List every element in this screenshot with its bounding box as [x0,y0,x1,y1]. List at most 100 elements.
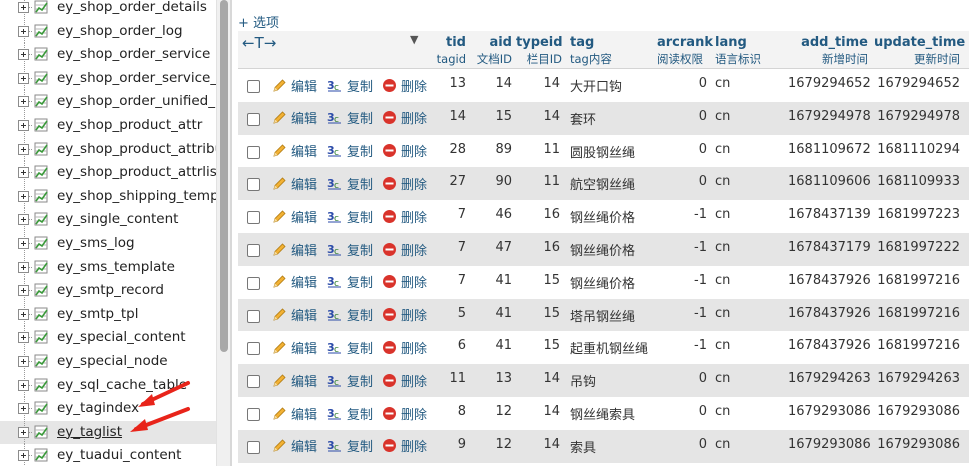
row-checkbox[interactable] [247,440,260,454]
cell-aid[interactable]: 12 [472,437,512,452]
cell-lang[interactable]: cn [715,76,730,91]
expand-icon[interactable] [18,167,29,179]
cell-tag[interactable]: 套环 [570,109,596,128]
column-sort-arrows[interactable]: ←T→ [242,34,276,52]
cell-tag[interactable]: 钢丝绳索具 [570,404,635,423]
cell-typeid[interactable]: 15 [516,273,560,288]
cell-add-time[interactable]: 1679293086 [788,437,871,452]
cell-tag[interactable]: 钢丝绳价格 [570,240,635,259]
copy-button[interactable]: 3 c 复制 [327,240,373,259]
cell-arcrank[interactable]: -1 [657,207,707,222]
header-add-time[interactable]: add_time 新增时间 [788,35,868,67]
cell-tag[interactable]: 起重机钢丝绳 [570,338,648,357]
edit-label[interactable]: 编辑 [291,240,317,259]
expand-icon[interactable] [18,96,29,108]
edit-label[interactable]: 编辑 [291,371,317,390]
row-checkbox[interactable] [247,178,260,192]
expand-icon[interactable] [18,120,29,131]
edit-button[interactable]: 编辑 [272,207,317,226]
header-tag[interactable]: tag tag内容 [570,35,630,67]
cell-add-time[interactable]: 1679294652 [788,76,871,91]
cell-aid[interactable]: 41 [472,273,512,288]
cell-tag[interactable]: 大开口钩 [570,76,622,95]
cell-tag[interactable]: 圆股钢丝绳 [570,142,635,161]
expand-icon[interactable] [18,403,29,415]
expand-icon[interactable] [18,238,29,249]
cell-typeid[interactable]: 14 [516,109,560,124]
expand-icon[interactable] [18,426,29,438]
cell-tid[interactable]: 6 [434,338,466,353]
cell-typeid[interactable]: 11 [516,174,560,189]
cell-lang[interactable]: cn [715,142,730,157]
edit-label[interactable]: 编辑 [291,272,317,291]
cell-tid[interactable]: 7 [434,207,466,222]
edit-button[interactable]: 编辑 [272,174,317,193]
copy-label[interactable]: 复制 [347,141,373,160]
delete-label[interactable]: 删除 [401,436,427,455]
edit-button[interactable]: 编辑 [272,371,317,390]
copy-label[interactable]: 复制 [347,272,373,291]
copy-label[interactable]: 复制 [347,305,373,324]
header-update-time[interactable]: update_time 更新时间 [874,35,965,67]
cell-aid[interactable]: 12 [472,404,512,419]
copy-label[interactable]: 复制 [347,404,373,423]
cell-tag[interactable]: 吊钩 [570,371,596,390]
header-aid[interactable]: aid 文档ID [472,35,512,67]
cell-typeid[interactable]: 15 [516,338,560,353]
cell-arcrank[interactable]: 0 [657,174,707,189]
delete-label[interactable]: 删除 [401,76,427,95]
expand-icon[interactable] [18,49,29,61]
cell-tid[interactable]: 28 [434,142,466,157]
cell-aid[interactable]: 89 [472,142,512,157]
delete-label[interactable]: 删除 [401,371,427,390]
cell-arcrank[interactable]: 0 [657,76,707,91]
copy-label[interactable]: 复制 [347,174,373,193]
cell-add-time[interactable]: 1679294263 [788,371,871,386]
expand-icon[interactable] [18,450,29,462]
copy-label[interactable]: 复制 [347,207,373,226]
copy-label[interactable]: 复制 [347,240,373,259]
copy-button[interactable]: 3 c 复制 [327,207,373,226]
copy-button[interactable]: 3 c 复制 [327,142,373,160]
cell-typeid[interactable]: 11 [516,142,560,157]
cell-tid[interactable]: 7 [434,273,466,288]
cell-tid[interactable]: 27 [434,174,466,189]
row-checkbox[interactable] [247,342,260,356]
cell-update-time[interactable]: 1681109933 [874,174,960,189]
cell-arcrank[interactable]: 0 [657,142,707,157]
cell-aid[interactable]: 15 [472,109,512,124]
copy-label[interactable]: 复制 [347,108,373,127]
expand-icon[interactable] [18,285,29,297]
header-tid[interactable]: tid tagid [434,35,466,67]
cell-add-time[interactable]: 1681109606 [788,174,871,189]
row-checkbox[interactable] [247,211,260,225]
row-checkbox[interactable] [247,244,260,257]
row-checkbox[interactable] [247,112,260,126]
cell-aid[interactable]: 14 [472,76,512,91]
cell-update-time[interactable]: 1679293086 [874,404,960,419]
cell-arcrank[interactable]: 0 [657,437,707,452]
edit-button[interactable]: 编辑 [272,306,317,324]
row-checkbox[interactable] [247,309,260,323]
cell-lang[interactable]: cn [715,404,730,419]
edit-button[interactable]: 编辑 [272,404,317,423]
copy-button[interactable]: 3 c 复制 [327,371,373,390]
expand-icon[interactable] [18,379,29,391]
cell-aid[interactable]: 47 [472,240,512,255]
cell-tag[interactable]: 索具 [570,437,596,456]
edit-label[interactable]: 编辑 [291,108,317,127]
copy-button[interactable]: 3 c 复制 [327,404,373,423]
cell-tid[interactable]: 7 [434,240,466,255]
cell-aid[interactable]: 41 [472,338,512,353]
cell-add-time[interactable]: 1678437179 [788,240,871,255]
edit-label[interactable]: 编辑 [291,141,317,160]
edit-button[interactable]: 编辑 [272,142,317,160]
delete-button[interactable]: 删除 [382,437,427,455]
cell-lang[interactable]: cn [715,371,730,386]
edit-button[interactable]: 编辑 [272,338,317,357]
delete-label[interactable]: 删除 [401,305,427,324]
expand-icon[interactable] [18,25,29,37]
copy-button[interactable]: 3 c 复制 [327,306,373,324]
cell-lang[interactable]: cn [715,109,730,124]
cell-arcrank[interactable]: -1 [657,306,707,321]
